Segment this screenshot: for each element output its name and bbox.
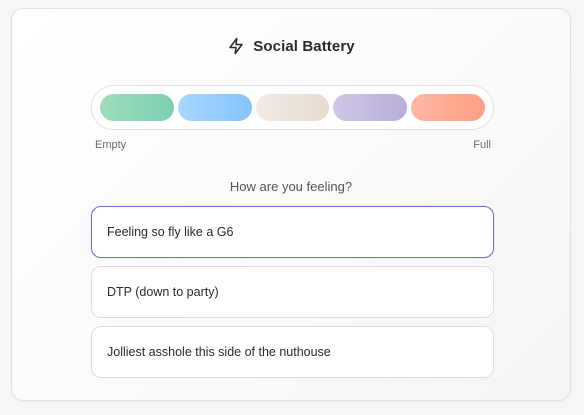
card-header: Social Battery [12,37,570,55]
battery-segment-2[interactable] [177,94,252,121]
lightning-bolt-icon [227,37,245,55]
feeling-option-label: Jolliest asshole this side of the nuthou… [107,345,331,359]
feeling-prompt: How are you feeling? [229,179,353,194]
card-title: Social Battery [253,37,355,55]
battery-segment-5[interactable] [411,94,485,121]
battery-range-labels: Empty Full [95,139,491,151]
social-battery-card: Social Battery Empty Full How are you fe… [11,8,571,401]
battery-max-label: Full [473,139,491,151]
feeling-options: Feeling so fly like a G6 DTP (down to pa… [91,206,494,386]
battery-segment-4[interactable] [333,94,408,121]
feeling-option-label: Feeling so fly like a G6 [107,225,234,239]
battery-bar [91,85,494,130]
feeling-option-2[interactable]: DTP (down to party) [91,266,494,318]
feeling-option-1[interactable]: Feeling so fly like a G6 [91,206,494,258]
feeling-option-3[interactable]: Jolliest asshole this side of the nuthou… [91,326,494,378]
battery-min-label: Empty [95,139,127,151]
battery-segment-1[interactable] [100,94,174,121]
battery-segment-3[interactable] [255,94,330,121]
feeling-option-label: DTP (down to party) [107,285,219,299]
